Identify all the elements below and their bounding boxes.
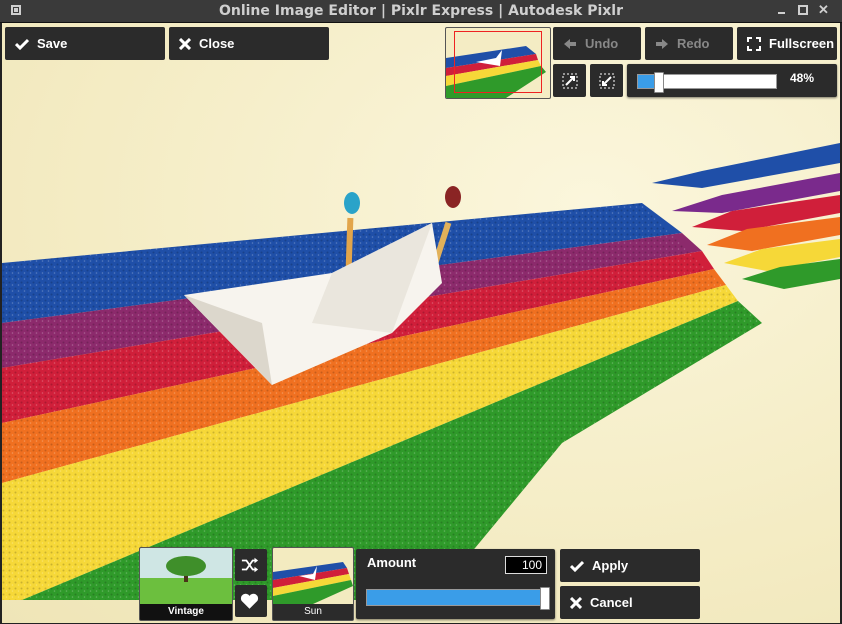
check-icon <box>570 560 584 572</box>
window-title: Online Image Editor | Pixlr Express | Au… <box>218 3 624 19</box>
amount-slider-fill <box>367 590 549 605</box>
maximize-icon[interactable] <box>798 5 808 15</box>
cancel-label: Cancel <box>590 595 633 610</box>
shuffle-icon <box>241 557 259 573</box>
image-canvas[interactable]: Save Close Undo Redo Fullscreen 48% Vint… <box>2 23 840 623</box>
undo-label: Undo <box>585 36 619 51</box>
zoom-fit-button[interactable] <box>553 64 586 97</box>
minimize-icon[interactable] <box>777 5 787 15</box>
zoom-actual-icon <box>599 73 615 88</box>
amount-label: Amount <box>367 555 417 570</box>
amount-slider-handle[interactable] <box>540 587 550 610</box>
apply-button[interactable]: Apply <box>560 549 700 582</box>
check-icon <box>15 38 29 50</box>
undo-button[interactable]: Undo <box>553 27 641 60</box>
effect-thumb-vintage[interactable]: Vintage <box>139 547 233 621</box>
amount-panel: Amount 100 <box>356 549 555 619</box>
fullscreen-button[interactable]: Fullscreen <box>737 27 837 60</box>
effect-label-vintage: Vintage <box>140 604 232 620</box>
close-button[interactable]: Close <box>169 27 329 60</box>
favorite-button[interactable] <box>235 585 267 617</box>
sun-thumbnail <box>273 548 353 604</box>
zoom-panel: 48% <box>627 64 837 97</box>
fullscreen-label: Fullscreen <box>769 36 835 51</box>
zoom-fit-icon <box>562 73 578 88</box>
photo-image <box>2 143 840 600</box>
zoom-slider-handle[interactable] <box>654 72 664 93</box>
shuffle-button[interactable] <box>235 549 267 581</box>
navigator-thumbnail[interactable] <box>445 27 551 99</box>
effect-label-sun: Sun <box>273 604 353 620</box>
heart-icon <box>240 593 259 609</box>
arrow-left-icon <box>564 38 576 49</box>
navigator-viewport[interactable] <box>454 31 542 93</box>
save-button[interactable]: Save <box>5 27 165 60</box>
close-window-icon[interactable]: ✕ <box>818 3 829 16</box>
redo-label: Redo <box>677 36 710 51</box>
effect-thumb-sun[interactable]: Sun <box>272 547 354 621</box>
redo-button[interactable]: Redo <box>645 27 733 60</box>
zoom-percent: 48% <box>789 71 815 85</box>
cancel-button[interactable]: Cancel <box>560 586 700 619</box>
fullscreen-icon <box>747 36 761 51</box>
close-label: Close <box>199 36 235 51</box>
save-label: Save <box>37 36 68 51</box>
vintage-thumbnail <box>140 548 232 604</box>
zoom-actual-button[interactable] <box>590 64 623 97</box>
amount-input[interactable]: 100 <box>505 556 547 574</box>
close-icon <box>570 596 582 609</box>
window-titlebar: Online Image Editor | Pixlr Express | Au… <box>0 0 842 23</box>
zoom-slider[interactable] <box>637 72 777 93</box>
apply-label: Apply <box>592 558 629 573</box>
arrow-right-icon <box>656 38 668 49</box>
close-icon <box>179 37 191 50</box>
amount-slider[interactable] <box>366 587 550 610</box>
